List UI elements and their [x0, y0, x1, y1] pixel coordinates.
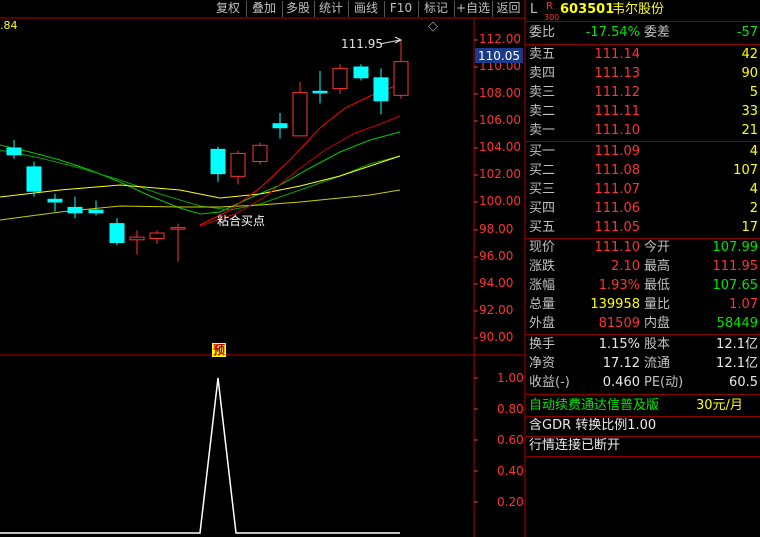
fund-row-eps: 收益(-) 0.460 PE(动) 60.5: [529, 375, 758, 390]
candle-body: [210, 148, 226, 175]
stock-code: 603501: [560, 2, 615, 17]
gdr-info: 含GDR 转换比例1.00: [529, 418, 657, 433]
candle-body: [6, 147, 22, 156]
price-axis: 112.00 110.00 108.00 106.00 104.00 102.0…: [479, 32, 521, 344]
stat-row-volume: 总量 139958 量比 1.07: [529, 297, 758, 312]
weibi-value: -17.54%: [585, 25, 640, 40]
bid-3-row: 买三 111.07 4: [529, 182, 758, 197]
stat-row-price: 现价 111.10 今开 107.99: [529, 240, 758, 255]
candle-body: [332, 67, 348, 90]
indicator-tick: 0.60: [497, 433, 524, 447]
stat-row-pct: 涨幅 1.93% 最低 107.65: [529, 278, 758, 293]
ask-2-row: 卖二 111.11 33: [529, 104, 758, 119]
quote-panel: L R 300 603501 韦尔股份 委比 -17.54% 委差 -57 卖五…: [526, 0, 760, 537]
current-price-label: 110.05: [478, 49, 520, 63]
forecast-marker-label: 预: [213, 343, 225, 357]
candle-body: [373, 77, 389, 102]
candle-body: [129, 236, 145, 241]
candle-body: [353, 66, 369, 79]
ask-1-row: 卖一 111.10 21: [529, 123, 758, 138]
fund-row-netasset: 净资 17.12 流通 12.1亿: [529, 356, 758, 371]
candle-body: [26, 166, 42, 192]
candle-body: [67, 206, 83, 214]
bonding-buy-point-label: 粘合买点: [217, 213, 265, 228]
stat-row-change: 涨跌 2.10 最高 111.95: [529, 259, 758, 274]
indicator-tick: 1.00: [497, 371, 524, 385]
candle-body: [149, 232, 165, 239]
l-marker: L: [530, 2, 538, 17]
weibi-label: 委比: [529, 25, 556, 40]
bid-1-row: 买一 111.09 4: [529, 144, 758, 159]
bid-2-row: 买二 111.08 107: [529, 163, 758, 178]
candle-body: [170, 227, 186, 230]
price-tick: 104.00: [479, 140, 521, 154]
price-tick: 96.00: [479, 249, 513, 263]
price-tick: 94.00: [479, 276, 513, 290]
candle-body: [312, 90, 328, 94]
ma-yellow-1: [0, 155, 401, 199]
indicator-tick: 0.80: [497, 402, 524, 416]
price-tick: 102.00: [479, 167, 521, 181]
price-tick: 112.00: [479, 32, 521, 46]
kline-chart[interactable]: ◇ 112.00 110.00 108.00 106.00 104.00 102…: [0, 0, 526, 537]
stock-name: 韦尔股份: [612, 2, 665, 17]
candle-body: [272, 123, 288, 129]
price-tick: 106.00: [479, 113, 521, 127]
diamond-icon[interactable]: ◇: [428, 19, 438, 34]
bid-5-row: 买五 111.05 17: [529, 220, 758, 235]
candle-body: [230, 152, 246, 177]
price-tick: 108.00: [479, 86, 521, 100]
candle-body: [292, 92, 308, 137]
moving-averages: [0, 83, 401, 227]
candle-body: [393, 61, 409, 96]
promo-price[interactable]: 30元/月: [696, 396, 743, 416]
candlesticks: [6, 40, 409, 262]
candle-body: [88, 209, 104, 214]
weicha-label: 委差: [644, 25, 671, 40]
stock-header: L R 300 603501 韦尔股份: [526, 0, 760, 22]
fund-row-turnover: 换手 1.15% 股本 12.1亿: [529, 337, 758, 352]
stat-row-outer: 外盘 81509 内盘 58449: [529, 316, 758, 331]
candle-body: [109, 223, 125, 244]
ask-3-row: 卖三 111.12 5: [529, 85, 758, 100]
corner-value: .84: [0, 19, 18, 32]
candle-body: [47, 198, 63, 203]
price-tick: 90.00: [479, 330, 513, 344]
promo-row[interactable]: 自动续费通达信普及版 30元/月: [526, 396, 760, 416]
bid-4-row: 买四 111.06 2: [529, 201, 758, 216]
weibi-row: 委比 -17.54% 委差 -57: [526, 23, 760, 43]
promo-text[interactable]: 自动续费通达信普及版: [529, 396, 659, 416]
ask-4-row: 卖四 111.13 90: [529, 66, 758, 81]
connection-status: 行情连接已断开: [529, 438, 621, 453]
ask-5-row: 卖五 111.14 42: [529, 47, 758, 62]
indicator-axis: 1.00 0.80 0.60 0.40 0.20: [497, 371, 524, 509]
price-tick: 92.00: [479, 303, 513, 317]
weicha-value: -57: [736, 25, 758, 40]
price-tick: 98.00: [479, 222, 513, 236]
candle-body: [252, 144, 268, 163]
price-tick: 100.00: [479, 194, 521, 208]
high-price-marker: 111.95: [341, 37, 383, 51]
indicator-tick: 0.20: [497, 495, 524, 509]
indicator-tick: 0.40: [497, 464, 524, 478]
indicator-signal-line: [0, 377, 400, 534]
